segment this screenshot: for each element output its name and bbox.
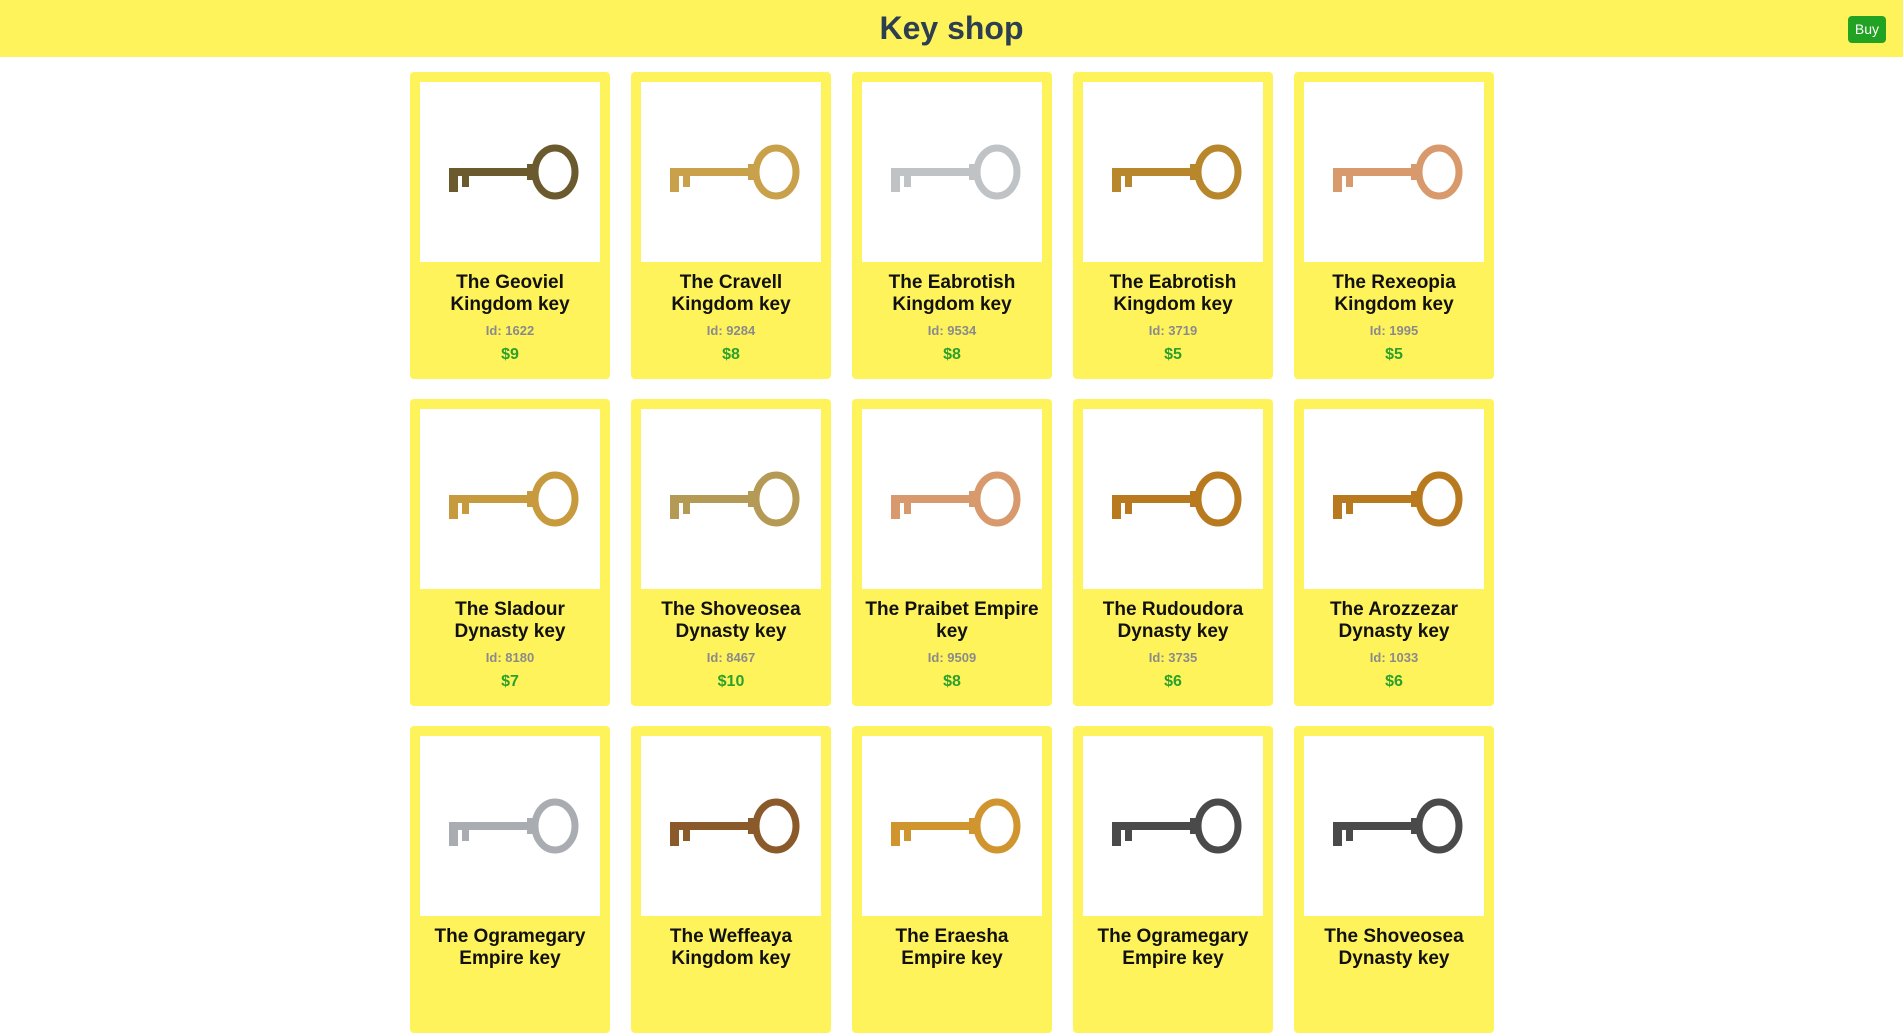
product-card[interactable]: The Rexeopia Kingdom key Id: 1995 $5: [1294, 72, 1494, 379]
gold-skeleton-key-icon: [670, 144, 800, 200]
product-id: Id: 1995: [1369, 323, 1419, 338]
product-price: $9: [501, 346, 519, 363]
silver-key-icon: [449, 798, 579, 854]
product-name: The Rudoudora Dynasty key: [1102, 599, 1244, 642]
product-price: $7: [501, 673, 519, 690]
product-price: $6: [1164, 673, 1182, 690]
product-image: [862, 82, 1042, 262]
product-price: $5: [1164, 346, 1182, 363]
product-price: $8: [722, 346, 740, 363]
product-id: Id: 8467: [706, 650, 756, 665]
product-name: The Weffeaya Kingdom key: [669, 926, 793, 969]
iron-skeleton-key-icon: [1112, 798, 1242, 854]
product-name: The Cravell Kingdom key: [671, 272, 791, 315]
product-image: [641, 82, 821, 262]
ornate-gold-key-icon: [1112, 144, 1242, 200]
product-card[interactable]: The Sladour Dynasty key Id: 8180 $7: [410, 399, 610, 706]
product-image: [1083, 736, 1263, 916]
product-card[interactable]: The Geoviel Kingdom key Id: 1622 $9: [410, 72, 610, 379]
product-card[interactable]: The Ogramegary Empire key: [410, 726, 610, 1033]
page-title: Key shop: [879, 10, 1024, 46]
product-price: $8: [943, 346, 961, 363]
product-image: [420, 409, 600, 589]
product-id: Id: 9284: [706, 323, 756, 338]
ornate-gold-key-icon: [1112, 471, 1242, 527]
silver-key-icon: [891, 144, 1021, 200]
product-card[interactable]: The Eabrotish Kingdom key Id: 3719 $5: [1073, 72, 1273, 379]
product-name: The Ogramegary Empire key: [1097, 926, 1249, 969]
product-image: [420, 82, 600, 262]
product-image: [862, 409, 1042, 589]
product-name: The Ogramegary Empire key: [434, 926, 586, 969]
iron-skeleton-key-icon: [1333, 798, 1463, 854]
product-card[interactable]: The Praibet Empire key Id: 9509 $8: [852, 399, 1052, 706]
product-image: [1304, 409, 1484, 589]
product-id: Id: 1622: [485, 323, 535, 338]
product-name: The Eabrotish Kingdom key: [1109, 272, 1237, 315]
product-price: $8: [943, 673, 961, 690]
product-name: The Geoviel Kingdom key: [450, 272, 570, 315]
product-image: [420, 736, 600, 916]
product-id: Id: 8180: [485, 650, 535, 665]
product-card[interactable]: The Shoveosea Dynasty key Id: 8467 $10: [631, 399, 831, 706]
product-image: [1304, 82, 1484, 262]
copper-house-key-icon: [891, 471, 1021, 527]
product-image: [1083, 82, 1263, 262]
bronze-key-icon: [670, 798, 800, 854]
gold-skeleton-key-icon: [891, 798, 1021, 854]
product-image: [641, 736, 821, 916]
product-card[interactable]: The Weffeaya Kingdom key: [631, 726, 831, 1033]
product-name: The Sladour Dynasty key: [454, 599, 566, 642]
product-id: Id: 9509: [927, 650, 977, 665]
product-price: $10: [717, 673, 745, 690]
ornate-gold-key-icon: [1333, 471, 1463, 527]
product-name: The Praibet Empire key: [865, 599, 1039, 642]
product-name: The Eraesha Empire key: [895, 926, 1009, 969]
product-name: The Rexeopia Kingdom key: [1332, 272, 1456, 315]
product-name: The Arozzezar Dynasty key: [1329, 599, 1459, 642]
product-id: Id: 9534: [927, 323, 977, 338]
product-card[interactable]: The Shoveosea Dynasty key: [1294, 726, 1494, 1033]
header-bar: Key shop Buy: [0, 0, 1903, 57]
product-grid: The Geoviel Kingdom key Id: 1622 $9 The Cra…: [410, 72, 1494, 1033]
product-id: Id: 3735: [1148, 650, 1198, 665]
gold-success-key-icon: [670, 471, 800, 527]
product-card[interactable]: The Eraesha Empire key: [852, 726, 1052, 1033]
antique-bronze-key-icon: [449, 144, 579, 200]
product-card[interactable]: The Ogramegary Empire key: [1073, 726, 1273, 1033]
product-id: Id: 1033: [1369, 650, 1419, 665]
product-card[interactable]: The Arozzezar Dynasty key Id: 1033 $6: [1294, 399, 1494, 706]
ornate-gold-key-icon: [449, 471, 579, 527]
product-image: [1083, 409, 1263, 589]
product-image: [641, 409, 821, 589]
copper-house-key-icon: [1333, 144, 1463, 200]
product-price: $6: [1385, 673, 1403, 690]
product-image: [1304, 736, 1484, 916]
buy-button[interactable]: Buy: [1847, 16, 1886, 43]
product-name: The Eabrotish Kingdom key: [888, 272, 1016, 315]
product-card[interactable]: The Eabrotish Kingdom key Id: 9534 $8: [852, 72, 1052, 379]
product-id: Id: 3719: [1148, 323, 1198, 338]
product-name: The Shoveosea Dynasty key: [661, 599, 801, 642]
product-image: [862, 736, 1042, 916]
product-price: $5: [1385, 346, 1403, 363]
product-name: The Shoveosea Dynasty key: [1324, 926, 1464, 969]
product-card[interactable]: The Cravell Kingdom key Id: 9284 $8: [631, 72, 831, 379]
product-card[interactable]: The Rudoudora Dynasty key Id: 3735 $6: [1073, 399, 1273, 706]
